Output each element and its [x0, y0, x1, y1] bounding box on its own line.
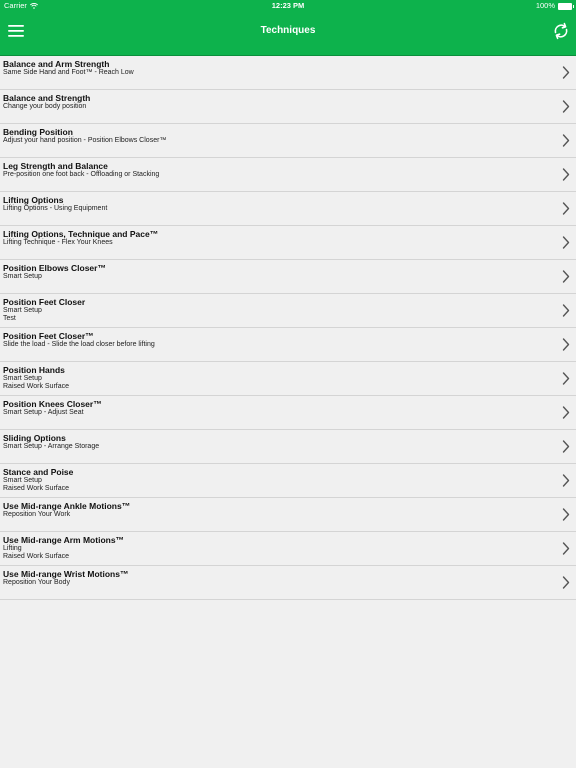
- list-item-title: Lifting Options, Technique and Pace™: [3, 229, 159, 239]
- list-item-subtitle: Smart Setup: [3, 375, 42, 382]
- page-title: Techniques: [260, 25, 316, 36]
- list-item-title: Use Mid-range Arm Motions™: [3, 535, 125, 545]
- list-item[interactable]: Use Mid-range Wrist Motions™ Reposition Y…: [0, 566, 576, 600]
- list-item-title: Lifting Options: [3, 195, 64, 205]
- battery-percent: 100%: [535, 1, 555, 10]
- refresh-button[interactable]: [552, 22, 570, 40]
- list-item-title: Leg Strength and Balance: [3, 161, 108, 171]
- list-item[interactable]: Bending Position Adjust your hand positio…: [0, 124, 576, 158]
- techniques-list: Balance and Arm Strength Same Side Hand a…: [0, 56, 576, 600]
- list-item[interactable]: Position Feet Closer Smart Setup Test: [0, 294, 576, 328]
- list-item-title: Position Knees Closer™: [3, 399, 102, 409]
- list-item-subtitle: Pre-position one foot back - Offloading …: [3, 171, 160, 178]
- list-item-title: Use Mid-range Wrist Motions™: [3, 569, 129, 579]
- list-item-subtitle: Same Side Hand and Foot™ - Reach Low: [3, 69, 134, 76]
- list-item[interactable]: Use Mid-range Arm Motions™ Lifting Raised …: [0, 532, 576, 566]
- refresh-icon: [554, 22, 568, 40]
- list-item[interactable]: Balance and Arm Strength Same Side Hand a…: [0, 56, 576, 90]
- list-item-title: Use Mid-range Ankle Motions™: [3, 501, 131, 511]
- list-item-subtitle: Reposition Your Work: [3, 511, 71, 518]
- list-item-subtitle: Slide the load - Slide the load closer b…: [3, 341, 155, 348]
- status-time: 12:23 PM: [271, 1, 305, 10]
- list-item[interactable]: Balance and Strength Change your body pos…: [0, 90, 576, 124]
- chevron-right-icon: [562, 372, 570, 385]
- list-item-subtitle: Raised Work Surface: [3, 553, 70, 561]
- list-item-subtitle: Smart Setup - Adjust Seat: [3, 409, 84, 416]
- list-item-subtitle: Smart Setup: [3, 477, 42, 484]
- chevron-right-icon: [562, 304, 570, 317]
- chevron-right-icon: [562, 440, 570, 453]
- list-item[interactable]: Lifting Options, Technique and Pace™ Lift…: [0, 226, 576, 260]
- list-item[interactable]: Position Hands Smart Setup Raised Work Sur…: [0, 362, 576, 396]
- list-item-title: Position Feet Closer: [3, 297, 86, 307]
- list-item-subtitle: Smart Setup: [3, 307, 42, 314]
- chevron-right-icon: [562, 66, 570, 79]
- chevron-right-icon: [562, 168, 570, 181]
- chevron-right-icon: [562, 100, 570, 113]
- status-bar: Carrier 12:23 PM 100%: [0, 0, 576, 12]
- list-item[interactable]: Position Feet Closer™ Slide the load - Sl…: [0, 328, 576, 362]
- list-item[interactable]: Position Knees Closer™ Smart Setup - Adju…: [0, 396, 576, 430]
- list-item-subtitle: Smart Setup: [3, 273, 42, 280]
- list-item-subtitle: Adjust your hand position - Position Elb…: [3, 137, 167, 144]
- list-item-subtitle: Reposition Your Body: [3, 579, 70, 586]
- chevron-right-icon: [562, 202, 570, 215]
- list-item[interactable]: Sliding Options Smart Setup - Arrange Sto…: [0, 430, 576, 464]
- list-item-title: Position Hands: [3, 365, 65, 375]
- chevron-right-icon: [562, 406, 570, 419]
- chevron-right-icon: [562, 542, 570, 555]
- list-item-subtitle: Raised Work Surface: [3, 383, 70, 391]
- chevron-right-icon: [562, 576, 570, 589]
- list-item-title: Position Feet Closer™: [3, 331, 94, 341]
- list-item-subtitle: Raised Work Surface: [3, 485, 70, 493]
- list-item[interactable]: Use Mid-range Ankle Motions™ Reposition Y…: [0, 498, 576, 532]
- list-item-title: Stance and Poise: [3, 467, 74, 477]
- chevron-right-icon: [562, 270, 570, 283]
- battery-status: 100%: [535, 0, 574, 12]
- list-item-title: Bending Position: [3, 127, 73, 137]
- list-item-subtitle: Change your body position: [3, 103, 87, 110]
- chevron-right-icon: [562, 508, 570, 521]
- list-item[interactable]: Lifting Options Lifting Options - Using E…: [0, 192, 576, 226]
- chevron-right-icon: [562, 338, 570, 351]
- chevron-right-icon: [562, 474, 570, 487]
- list-item-title: Position Elbows Closer™: [3, 263, 106, 273]
- list-item-subtitle: Lifting Options - Using Equipment: [3, 205, 108, 212]
- battery-level: [559, 3, 571, 9]
- navigation-bar: Carrier 12:23 PM 100% Techniques: [0, 0, 576, 56]
- list-item[interactable]: Leg Strength and Balance Pre-position one…: [0, 158, 576, 192]
- list-item-subtitle: Lifting: [3, 545, 22, 552]
- list-item[interactable]: Stance and Poise Smart Setup Raised Work S…: [0, 464, 576, 498]
- chevron-right-icon: [562, 236, 570, 249]
- list-item-title: Balance and Arm Strength: [3, 59, 110, 69]
- list-item-subtitle: Lifting Technique - Flex Your Knees: [3, 239, 113, 246]
- list-item[interactable]: Position Elbows Closer™ Smart Setup: [0, 260, 576, 294]
- list-item-subtitle: Smart Setup - Arrange Storage: [3, 443, 100, 450]
- list-item-title: Sliding Options: [3, 433, 66, 443]
- chevron-right-icon: [562, 134, 570, 147]
- battery-icon: [558, 2, 574, 10]
- list-item-subtitle: Test: [3, 315, 16, 323]
- list-item-title: Balance and Strength: [3, 93, 91, 103]
